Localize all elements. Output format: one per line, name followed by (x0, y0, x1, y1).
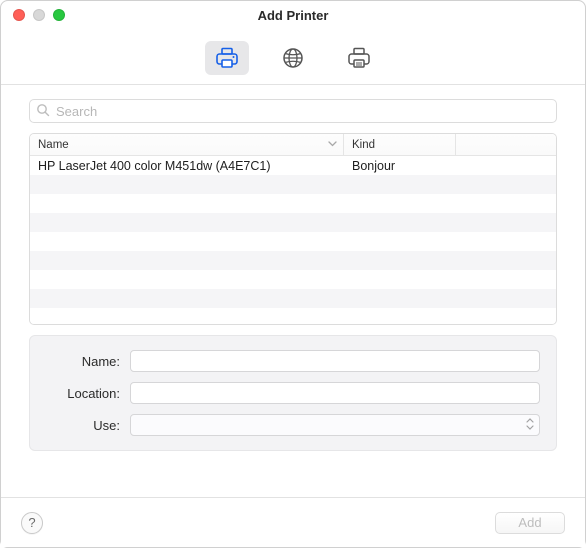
column-header-kind[interactable]: Kind (344, 134, 456, 155)
search-icon (36, 103, 50, 120)
traffic-lights (13, 9, 65, 21)
content-area: Name Kind HP LaserJet 400 color M451dw (… (1, 85, 585, 497)
table-row (30, 194, 556, 213)
minimize-window-button (33, 9, 45, 21)
table-body[interactable]: HP LaserJet 400 color M451dw (A4E7C1)Bon… (30, 156, 556, 324)
name-label: Name: (46, 354, 120, 369)
printer-default-icon (214, 47, 240, 69)
column-header-name-label: Name (38, 139, 69, 151)
table-row (30, 213, 556, 232)
column-header-kind-label: Kind (352, 139, 375, 151)
chevron-down-icon (328, 139, 337, 151)
name-field[interactable] (130, 350, 540, 372)
use-select[interactable] (130, 414, 540, 436)
column-header-name[interactable]: Name (30, 134, 344, 155)
printer-details-panel: Name: Location: Use: (29, 335, 557, 451)
location-field[interactable] (130, 382, 540, 404)
add-printer-window: Add Printer (0, 0, 586, 548)
cell-kind: Bonjour (344, 159, 456, 173)
tab-default[interactable] (205, 41, 249, 75)
tab-ip[interactable] (271, 41, 315, 75)
table-row (30, 175, 556, 194)
titlebar: Add Printer (1, 1, 585, 29)
zoom-window-button[interactable] (53, 9, 65, 21)
add-button[interactable]: Add (495, 512, 565, 534)
column-header-spacer (456, 134, 556, 155)
table-row[interactable]: HP LaserJet 400 color M451dw (A4E7C1)Bon… (30, 156, 556, 175)
printer-table: Name Kind HP LaserJet 400 color M451dw (… (29, 133, 557, 325)
toolbar (1, 29, 585, 85)
help-button[interactable]: ? (21, 512, 43, 534)
window-title: Add Printer (1, 8, 585, 23)
use-label: Use: (46, 418, 120, 433)
footer: ? Add (1, 497, 585, 547)
table-row (30, 232, 556, 251)
table-row (30, 308, 556, 324)
search-field-wrap[interactable] (29, 99, 557, 123)
location-label: Location: (46, 386, 120, 401)
tab-windows[interactable] (337, 41, 381, 75)
cell-name: HP LaserJet 400 color M451dw (A4E7C1) (30, 159, 344, 173)
search-input[interactable] (50, 104, 550, 119)
table-row (30, 289, 556, 308)
table-row (30, 270, 556, 289)
table-row (30, 251, 556, 270)
table-header: Name Kind (30, 134, 556, 156)
globe-icon (282, 47, 304, 69)
help-icon: ? (28, 515, 35, 530)
printer-advanced-icon (346, 47, 372, 69)
close-window-button[interactable] (13, 9, 25, 21)
